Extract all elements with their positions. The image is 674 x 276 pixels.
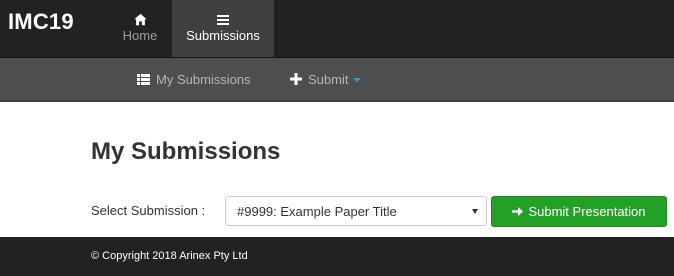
nav-item-home-label: Home	[122, 28, 158, 43]
copyright-text: © Copyright 2018 Arinex Pty Ltd	[91, 250, 248, 262]
submit-presentation-button[interactable]: Submit Presentation	[491, 196, 667, 227]
subnav-submit-label: Submit	[308, 71, 349, 87]
submission-select-value: #9999: Example Paper Title	[237, 204, 397, 219]
caret-down-icon	[353, 77, 362, 82]
submit-presentation-label: Submit Presentation	[528, 204, 646, 219]
sub-navbar: My Submissions Submit	[0, 58, 674, 102]
list-icon	[217, 13, 229, 27]
arrow-right-icon	[512, 207, 524, 216]
nav-item-home[interactable]: Home	[110, 0, 170, 57]
top-navbar: IMC19 Home Submissions	[0, 0, 674, 58]
plus-icon	[290, 73, 302, 85]
home-icon	[133, 13, 147, 27]
chevron-down-icon	[472, 209, 478, 214]
footer: © Copyright 2018 Arinex Pty Ltd	[0, 237, 674, 276]
submission-select[interactable]: #9999: Example Paper Title	[225, 196, 487, 226]
page-title: My Submissions	[91, 138, 281, 165]
subnav-my-submissions-label: My Submissions	[156, 71, 251, 87]
subnav-submit-dropdown[interactable]: Submit	[290, 58, 362, 100]
nav-item-submissions[interactable]: Submissions	[172, 0, 274, 57]
subnav-my-submissions[interactable]: My Submissions	[137, 58, 251, 100]
nav-item-submissions-label: Submissions	[186, 28, 260, 43]
select-submission-label: Select Submission :	[91, 203, 206, 218]
list-icon	[137, 73, 150, 85]
brand-logo[interactable]: IMC19	[8, 9, 74, 35]
